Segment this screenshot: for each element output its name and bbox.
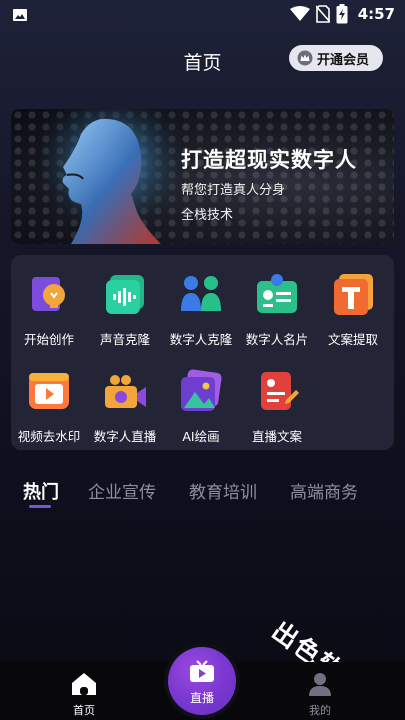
tool-label: 文案提取 xyxy=(327,332,378,347)
banner-headline: 打造超现实数字人 xyxy=(181,148,357,172)
vip-button-label: 开通会员 xyxy=(317,52,370,68)
tool-digital-human-live[interactable]: 数字人直播 xyxy=(87,360,163,450)
tool-video-remove-watermark[interactable]: 视频去水印 xyxy=(11,360,87,450)
nav-home-label: 首页 xyxy=(73,704,95,717)
tool-text-extract[interactable]: 文案提取 xyxy=(315,263,391,353)
category-tabs: 热门 企业宣传 教育培训 高端商务 xyxy=(0,472,405,512)
banner-subtitle-1: 帮您打造真人分身 xyxy=(181,183,286,198)
text-extract-icon xyxy=(334,274,373,315)
tool-label: 数字人克隆 xyxy=(169,332,233,347)
promo-banner[interactable]: 打造超现实数字人 帮您打造真人分身 全栈技术 xyxy=(11,109,394,244)
header: 首页 开通会员 xyxy=(0,40,405,80)
tool-label: 开始创作 xyxy=(23,332,74,347)
document-pen-icon xyxy=(261,372,299,410)
banner-subtitle-2: 全栈技术 xyxy=(181,208,234,223)
active-tab-indicator xyxy=(29,505,51,508)
id-card-icon xyxy=(257,274,297,313)
tool-grid: 开始创作 声音克隆 数字人克隆 数字人名片 文案提取 视频去水印 数字人直播 A… xyxy=(11,255,394,450)
tv-play-icon xyxy=(190,660,214,682)
live-button-label: 直播 xyxy=(189,691,214,705)
image-notification-icon xyxy=(13,9,27,21)
tool-label: 数字人直播 xyxy=(93,429,157,444)
tool-label: 视频去水印 xyxy=(17,429,81,444)
tool-digital-card[interactable]: 数字人名片 xyxy=(239,263,315,353)
video-play-icon xyxy=(29,373,69,409)
sound-wave-icon xyxy=(106,275,144,314)
clock: 4:57 xyxy=(357,5,395,23)
vip-button[interactable]: 开通会员 xyxy=(289,45,383,71)
tool-label: 直播文案 xyxy=(251,429,302,444)
tool-digital-human-clone[interactable]: 数字人克隆 xyxy=(163,263,239,353)
battery-charging-icon xyxy=(336,4,348,24)
tool-label: 数字人名片 xyxy=(245,332,309,347)
tab-enterprise-promo[interactable]: 企业宣传 xyxy=(88,478,156,503)
lightbulb-doc-icon xyxy=(32,277,65,311)
tool-ai-painting[interactable]: AI绘画 xyxy=(163,360,239,450)
nav-home[interactable]: 首页 xyxy=(44,662,124,720)
tool-live-script[interactable]: 直播文案 xyxy=(239,360,315,450)
nav-mine-label: 我的 xyxy=(309,704,331,717)
home-icon xyxy=(72,673,96,695)
tab-education-training[interactable]: 教育培训 xyxy=(189,478,257,503)
tool-voice-clone[interactable]: 声音克隆 xyxy=(87,263,163,353)
status-bar: 4:57 xyxy=(0,0,405,30)
no-sim-icon xyxy=(315,5,330,23)
wifi-icon xyxy=(289,6,310,21)
profile-icon xyxy=(309,673,331,696)
ai-picture-icon xyxy=(181,369,222,411)
camera-live-icon xyxy=(105,375,146,408)
nav-mine[interactable]: 我的 xyxy=(280,662,360,720)
digital-human-illustration xyxy=(41,109,181,244)
tool-start-create[interactable]: 开始创作 xyxy=(11,263,87,353)
tab-premium-business[interactable]: 高端商务 xyxy=(290,478,358,503)
tool-label: AI绘画 xyxy=(182,429,220,444)
tool-label: 声音克隆 xyxy=(99,332,150,347)
live-button[interactable]: 直播 xyxy=(168,647,236,715)
tab-hot[interactable]: 热门 xyxy=(23,478,59,504)
people-clone-icon xyxy=(181,276,221,311)
crown-icon xyxy=(297,50,313,66)
